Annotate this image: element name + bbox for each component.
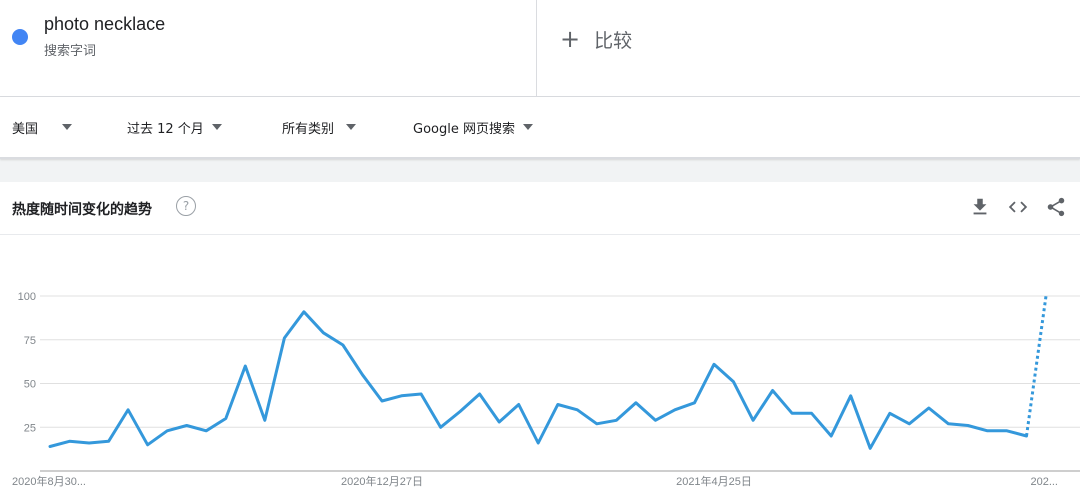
filter-search-type-label: Google 网页搜索 <box>413 121 515 137</box>
search-term-panel[interactable]: photo necklace 搜索字词 <box>0 0 537 96</box>
compare-label: 比较 <box>594 29 633 52</box>
x-tick-label: 2020年8月30... <box>12 474 86 488</box>
filter-category[interactable]: 所有类别 <box>282 117 357 137</box>
y-tick-label: 25 <box>24 422 36 434</box>
filter-region-label: 美国 <box>12 121 39 137</box>
compare-button[interactable]: + 比较 <box>560 24 632 54</box>
filter-search-type[interactable]: Google 网页搜索 <box>413 117 533 137</box>
filter-bar: 美国 过去 12 个月 所有类别 Google 网页搜索 <box>0 97 1080 159</box>
y-tick-label: 75 <box>24 335 36 347</box>
x-tick-label: 2020年12月27日 <box>341 474 423 488</box>
filter-time-range-label: 过去 12 个月 <box>127 121 204 137</box>
filter-category-label: 所有类别 <box>282 121 335 137</box>
y-tick-label: 100 <box>18 291 36 303</box>
x-tick-label: 2021年4月25日 <box>676 474 752 488</box>
series-line-partial <box>1025 295 1048 437</box>
term-type: 搜索字词 <box>44 44 97 59</box>
filter-time-range[interactable]: 过去 12 个月 <box>127 117 222 137</box>
trend-chart: 25 50 75 100 2020年8月30... 2020年12月27日 2021年4月2… <box>12 291 1080 488</box>
top-bar: photo necklace 搜索字词 + 比较 <box>0 0 1080 97</box>
filter-region[interactable]: 美国 <box>12 117 73 137</box>
plus-icon: + <box>560 25 581 53</box>
y-tick-label: 50 <box>24 379 36 391</box>
chevron-down-icon <box>211 124 222 130</box>
chevron-down-icon <box>346 124 357 130</box>
term-color-dot <box>12 29 28 45</box>
chevron-down-icon <box>62 124 73 130</box>
x-tick-label: 202... <box>1030 476 1058 488</box>
interest-over-time-card: 热度随时间变化的趋势 ? 25 50 75 100 2020年8月30... 2020年1… <box>0 182 1080 494</box>
term-name[interactable]: photo necklace <box>44 14 165 35</box>
chevron-down-icon <box>522 124 533 130</box>
series-line <box>48 310 1028 450</box>
